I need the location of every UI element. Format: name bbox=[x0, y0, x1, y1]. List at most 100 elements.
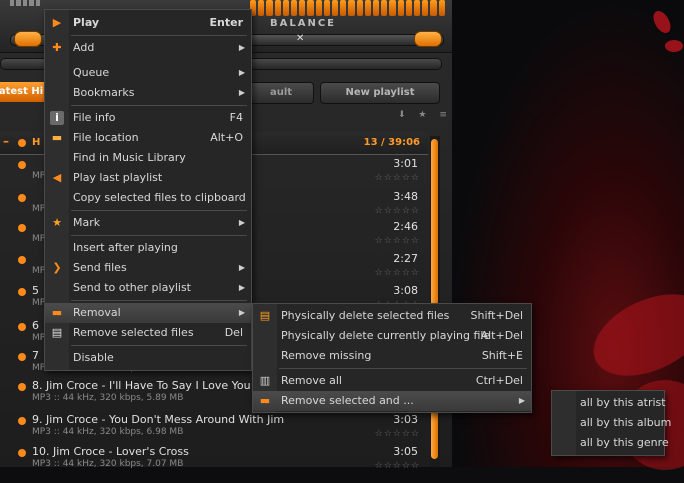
menu-item-label: Play last playlist bbox=[73, 171, 163, 184]
menu-separator bbox=[71, 345, 247, 346]
menu-item-mark[interactable]: ★ Mark ▶ bbox=[45, 213, 251, 233]
menu-item-play-last-playlist[interactable]: ◀ Play last playlist bbox=[45, 168, 251, 188]
balance-label: BALANCE bbox=[270, 18, 337, 29]
menu-item-shortcut: F4 bbox=[229, 111, 243, 124]
menu-item-send-to-other-playlist[interactable]: Send to other playlist ▶ bbox=[45, 278, 251, 298]
menu-item-physically-delete-selected-files[interactable]: ▤ Physically delete selected files Shift+D… bbox=[253, 306, 531, 326]
menu-item-label: all by this atrist bbox=[580, 396, 666, 409]
rating-stars-icon[interactable]: ☆☆☆☆☆ bbox=[375, 206, 420, 216]
menu-item-removal[interactable]: ▬ Removal ▶ bbox=[45, 303, 251, 323]
track-duration: 2:27 bbox=[393, 252, 418, 265]
new-playlist-button[interactable]: New playlist bbox=[320, 82, 440, 104]
level-meter bbox=[10, 0, 41, 6]
track-duration: 2:46 bbox=[393, 220, 418, 233]
menu-item-label: Find in Music Library bbox=[73, 151, 186, 164]
track-title: 7 bbox=[32, 349, 39, 362]
red-streak bbox=[649, 8, 675, 36]
menu-separator bbox=[71, 235, 247, 236]
menu-item-label: Add bbox=[73, 41, 95, 54]
balance-center-icon: ✕ bbox=[296, 33, 305, 44]
submenu-arrow-icon: ▶ bbox=[518, 396, 525, 405]
playlist-toolbar-icons[interactable]: ⬇ ★ ≡ bbox=[398, 110, 452, 120]
menu-item-label: all by this genre bbox=[580, 436, 669, 449]
menu-item-send-files[interactable]: ❯ Send files ▶ bbox=[45, 258, 251, 278]
menu-item-physically-delete-currently-playing-file[interactable]: Physically delete currently playing file… bbox=[253, 326, 531, 346]
track-title: 8. Jim Croce - I'll Have To Say I Love Y… bbox=[32, 379, 265, 392]
volume-knob[interactable] bbox=[14, 31, 42, 47]
menu-item-insert-after-playing[interactable]: Insert after playing bbox=[45, 238, 251, 258]
track-title: 6 bbox=[32, 319, 39, 332]
menu-item-label: Bookmarks bbox=[73, 86, 135, 99]
menu-item-label: all by this album bbox=[580, 416, 672, 429]
submenu-arrow-icon: ▶ bbox=[238, 283, 245, 292]
menu-item-label: Play bbox=[73, 16, 100, 29]
submenu-arrow-icon: ▶ bbox=[238, 88, 245, 97]
menu-item-shortcut: Alt+O bbox=[210, 131, 243, 144]
menu-item-file-location[interactable]: ▬ File location Alt+O bbox=[45, 128, 251, 148]
group-total: 13 / 39:06 bbox=[363, 137, 420, 148]
rating-stars-icon[interactable]: ☆☆☆☆☆ bbox=[375, 429, 420, 439]
track-dot-icon bbox=[18, 224, 26, 232]
menu-item-queue[interactable]: Queue ▶ bbox=[45, 63, 251, 83]
track-title: 10. Jim Croce - Lover's Cross bbox=[32, 445, 189, 458]
menu-item-file-info[interactable]: i File info F4 bbox=[45, 108, 251, 128]
menu-item-add[interactable]: ✚ Add ▶ bbox=[45, 38, 251, 58]
menu-item-label: File location bbox=[73, 131, 139, 144]
track-dot-icon bbox=[18, 288, 26, 296]
track-dot-icon bbox=[18, 256, 26, 264]
menu-item-all-by-this-atrist[interactable]: all by this atrist bbox=[552, 393, 666, 413]
tab-default[interactable]: ault bbox=[248, 82, 314, 104]
menu-item-play[interactable]: ▶ Play Enter bbox=[45, 13, 251, 33]
track-dot-icon bbox=[18, 194, 26, 202]
collapse-icon[interactable]: – bbox=[3, 134, 9, 148]
menu-item-remove-selected-and[interactable]: ▬ Remove selected and ... ▶ bbox=[253, 391, 531, 411]
track-dot-icon bbox=[18, 353, 26, 361]
menu-item-disable[interactable]: Disable bbox=[45, 348, 251, 368]
menu-item-label: Physically delete selected files bbox=[281, 309, 450, 322]
play-icon: ▶ bbox=[52, 16, 62, 29]
rating-stars-icon[interactable]: ☆☆☆☆☆ bbox=[375, 236, 420, 246]
menu-item-remove-selected-files[interactable]: ▤ Remove selected files Del bbox=[45, 323, 251, 343]
menu-item-shortcut: Shift+Del bbox=[470, 309, 523, 322]
rating-stars-icon[interactable]: ☆☆☆☆☆ bbox=[375, 461, 420, 471]
menu-item-label: Remove all bbox=[281, 374, 342, 387]
equalizer-bars[interactable] bbox=[250, 0, 445, 16]
menu-separator bbox=[71, 35, 247, 36]
menu-separator bbox=[71, 105, 247, 106]
red-streak bbox=[580, 277, 684, 393]
info-icon: i bbox=[50, 111, 64, 125]
track-meta: MP3 :: 44 kHz, 320 kbps, 6.98 MB bbox=[32, 427, 184, 437]
menu-item-all-by-this-genre[interactable]: all by this genre bbox=[552, 433, 669, 453]
submenu-arrow-icon: ▶ bbox=[238, 218, 245, 227]
track-title: 9. Jim Croce - You Don't Mess Around Wit… bbox=[32, 413, 285, 426]
rating-stars-icon[interactable]: ☆☆☆☆☆ bbox=[375, 173, 420, 183]
group-dot-icon bbox=[18, 139, 26, 147]
menu-item-label: Mark bbox=[73, 216, 101, 229]
table-row[interactable]: 10. Jim Croce - Lover's Cross MP3 :: 44 k… bbox=[0, 443, 428, 483]
menu-separator bbox=[71, 210, 247, 211]
menu-item-shortcut: Del bbox=[224, 326, 243, 339]
track-duration: 3:03 bbox=[393, 413, 418, 426]
rating-stars-icon[interactable]: ☆☆☆☆☆ bbox=[375, 268, 420, 278]
balance-knob[interactable] bbox=[414, 31, 442, 47]
document-icon: ▤ bbox=[51, 326, 63, 339]
track-title: 5 bbox=[32, 284, 39, 297]
track-duration: 3:01 bbox=[393, 157, 418, 170]
forward-arrow-icon: ❯ bbox=[52, 261, 62, 274]
menu-item-label: Send to other playlist bbox=[73, 281, 191, 294]
submenu-arrow-icon: ▶ bbox=[238, 68, 245, 77]
menu-item-all-by-this-album[interactable]: all by this album bbox=[552, 413, 671, 433]
menu-item-label: File info bbox=[73, 111, 116, 124]
menu-item-label: Physically delete currently playing file bbox=[281, 329, 491, 342]
remove-selected-and-submenu: all by this atrist all by this album all b… bbox=[551, 390, 671, 456]
menu-item-shortcut: Enter bbox=[209, 16, 244, 29]
track-meta: MP3 :: 44 kHz, 320 kbps, 7.07 MB bbox=[32, 459, 184, 469]
track-dot-icon bbox=[18, 417, 26, 425]
menu-item-find-in-music-library[interactable]: Find in Music Library bbox=[45, 148, 251, 168]
menu-item-remove-all[interactable]: ▥ Remove all Ctrl+Del bbox=[253, 371, 531, 391]
menu-item-bookmarks[interactable]: Bookmarks ▶ bbox=[45, 83, 251, 103]
menu-item-remove-missing[interactable]: Remove missing Shift+E bbox=[253, 346, 531, 366]
menu-item-copy-selected-files-to-clipboard[interactable]: Copy selected files to clipboard bbox=[45, 188, 251, 208]
menu-item-label: Send files bbox=[73, 261, 127, 274]
track-dot-icon bbox=[18, 161, 26, 169]
